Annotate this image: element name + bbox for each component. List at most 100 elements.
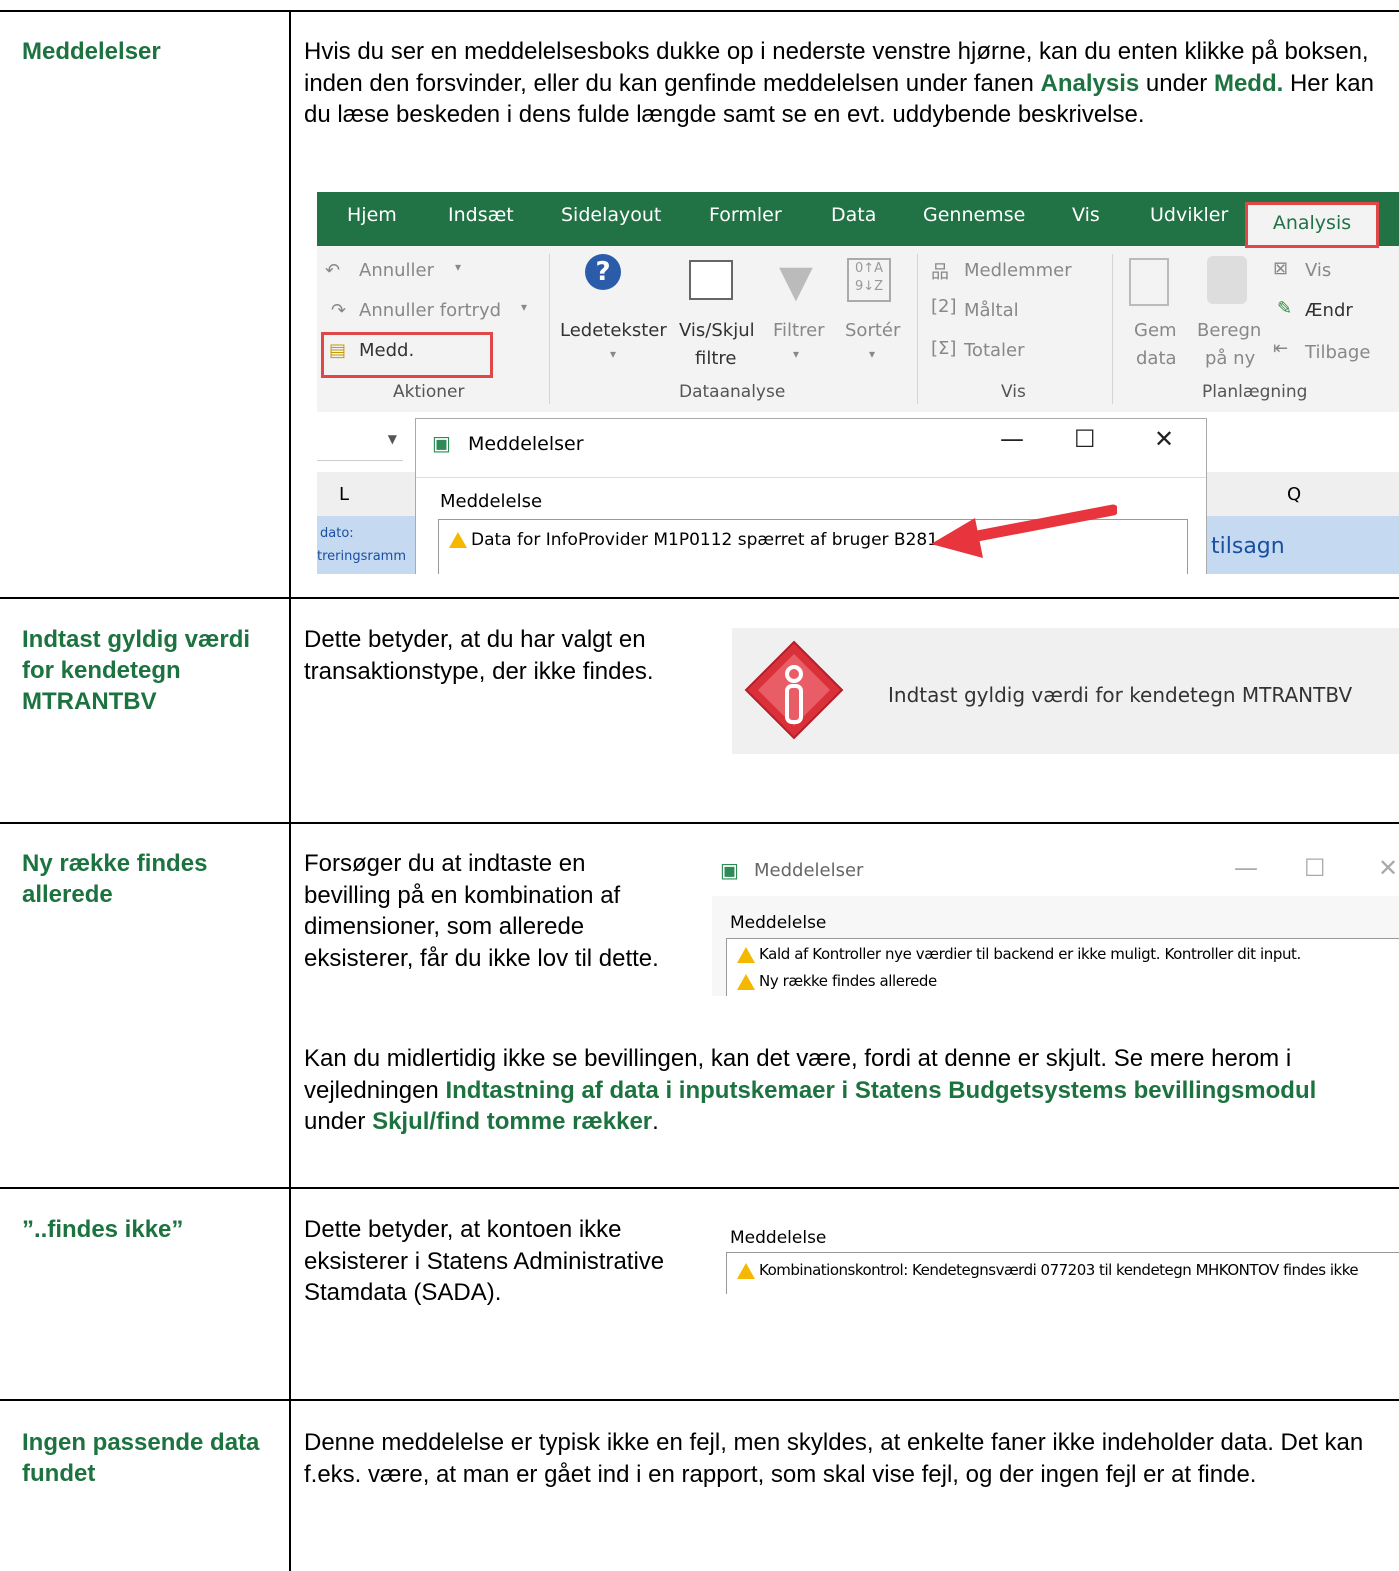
redo-icon: ↷ bbox=[331, 300, 347, 321]
gem-data-label: data bbox=[1136, 348, 1177, 369]
term-ny-raekke: Ny række findes allerede bbox=[22, 850, 208, 908]
ribbon-separator bbox=[917, 254, 918, 404]
warning-icon bbox=[737, 1262, 755, 1279]
chevron-down-icon: ▾ bbox=[793, 347, 800, 361]
message-row[interactable]: Kombinationskontrol: Kendetegnsværdi 077… bbox=[737, 1261, 1359, 1279]
info-message-box: Indtast gyldig værdi for kendetegn MTRAN… bbox=[732, 628, 1399, 754]
tilbage-button[interactable]: Tilbage bbox=[1305, 342, 1370, 363]
group-label-dataanalyse: Dataanalyse bbox=[679, 382, 786, 402]
message-row[interactable]: Ny række findes allerede bbox=[737, 972, 937, 990]
description-findes-ikke: Dette betyder, at kontoen ikke eksistere… bbox=[304, 1216, 665, 1306]
excel-ribbon-screenshot: Hjem Indsæt Sidelayout Formler Data Genn… bbox=[317, 192, 1399, 574]
annuller-button[interactable]: Annuller bbox=[359, 260, 434, 281]
filtrer-button[interactable]: Filtrer bbox=[773, 320, 825, 341]
vis-icon: ⊠ bbox=[1273, 258, 1289, 279]
warning-icon bbox=[737, 946, 755, 963]
cell-rammer: treringsramm bbox=[317, 549, 407, 564]
arrow-icon bbox=[931, 504, 1117, 558]
message-text: Ny række findes allerede bbox=[759, 972, 937, 990]
column-header-q: Q bbox=[1287, 484, 1302, 505]
group-label-vis: Vis bbox=[1001, 382, 1026, 402]
tab-vis[interactable]: Vis bbox=[1072, 204, 1100, 226]
filtre-label: filtre bbox=[695, 348, 737, 369]
dialog-title: Meddelelser bbox=[468, 433, 584, 455]
desc-text: under bbox=[304, 1108, 373, 1135]
desc-link-medd: Medd. bbox=[1213, 69, 1284, 97]
maltal-button[interactable]: Måltal bbox=[964, 300, 1019, 321]
row-divider bbox=[0, 597, 1399, 599]
term-ingen-passende-data: Ingen passende data fundet bbox=[22, 1429, 260, 1487]
message-list[interactable]: Kombinationskontrol: Kendetegnsværdi 077… bbox=[726, 1252, 1399, 1294]
tab-sidelayout[interactable]: Sidelayout bbox=[561, 204, 661, 226]
row-divider bbox=[0, 1187, 1399, 1189]
tab-hjem[interactable]: Hjem bbox=[347, 204, 397, 226]
message-row[interactable]: Kald af Kontroller nye værdier til backe… bbox=[737, 945, 1301, 963]
app-icon: ▣ bbox=[432, 431, 451, 455]
message-text: Kombinationskontrol: Kendetegnsværdi 077… bbox=[759, 1261, 1359, 1279]
message-list[interactable]: Kald af Kontroller nye værdier til backe… bbox=[726, 938, 1399, 996]
info-icon bbox=[744, 640, 844, 740]
sorter-button[interactable]: Sortér bbox=[845, 320, 900, 341]
table-top-border bbox=[0, 10, 1399, 12]
close-icon[interactable]: ✕ bbox=[1378, 854, 1398, 882]
edit-icon: ✎ bbox=[1277, 298, 1293, 319]
filter-icon: ▼ bbox=[779, 256, 813, 307]
desc-link-skjul: Skjul/find tomme rækker bbox=[372, 1108, 653, 1135]
description-ny-raekke: Forsøger du at indtaste en bevilling på … bbox=[304, 850, 659, 972]
desc-text: . bbox=[652, 1108, 659, 1135]
app-icon: ▣ bbox=[720, 858, 739, 882]
row-divider bbox=[0, 1399, 1399, 1401]
maximize-icon[interactable]: ☐ bbox=[1074, 425, 1096, 453]
close-icon[interactable]: ✕ bbox=[1154, 425, 1174, 453]
tab-data[interactable]: Data bbox=[831, 204, 876, 226]
cell-dato: dato: bbox=[320, 526, 354, 541]
column-header-l: L bbox=[339, 484, 350, 505]
tab-analysis[interactable]: Analysis bbox=[1245, 202, 1379, 248]
desc-text: under bbox=[1139, 69, 1214, 97]
description-indtast: Dette betyder, at du har valgt en transa… bbox=[304, 626, 654, 685]
vis-skjul-button[interactable]: Vis/Skjul bbox=[679, 320, 755, 341]
undo-icon: ↶ bbox=[325, 260, 341, 281]
column-divider bbox=[289, 10, 291, 1571]
chevron-down-icon: ▾ bbox=[521, 300, 528, 314]
group-label-aktioner: Aktioner bbox=[393, 382, 465, 402]
message-text: Data for InfoProvider M1P0112 spærret af… bbox=[471, 530, 939, 550]
dialog-title: Meddelelser bbox=[754, 860, 864, 881]
chevron-down-icon: ▾ bbox=[455, 260, 462, 274]
totaler-button[interactable]: Totaler bbox=[964, 340, 1025, 361]
tab-indsaet[interactable]: Indsæt bbox=[448, 204, 514, 226]
info-message-text: Indtast gyldig værdi for kendetegn MTRAN… bbox=[888, 683, 1353, 707]
ledetekster-button[interactable]: Ledetekster bbox=[560, 320, 667, 341]
dialog-label: Meddelelse bbox=[440, 491, 543, 512]
message-text: Kald af Kontroller nye værdier til backe… bbox=[759, 945, 1301, 963]
annuller-fortryd-button[interactable]: Annuller fortryd bbox=[359, 300, 501, 321]
minimize-icon[interactable]: — bbox=[1000, 425, 1024, 453]
vis-button[interactable]: Vis bbox=[1305, 260, 1331, 281]
message-row[interactable]: Data for InfoProvider M1P0112 spærret af… bbox=[449, 530, 938, 550]
tab-formler[interactable]: Formler bbox=[709, 204, 782, 226]
description-ingen-passende-data: Denne meddelelse er typisk ikke en fejl,… bbox=[304, 1429, 1364, 1488]
beregn-button[interactable]: Beregn bbox=[1197, 320, 1261, 341]
desc-link-vejledning: Indtastning af data i inputskemaer i Sta… bbox=[445, 1076, 1317, 1104]
warning-icon bbox=[737, 973, 755, 990]
tab-gennemse[interactable]: Gennemse bbox=[923, 204, 1025, 226]
tab-udvikler[interactable]: Udvikler bbox=[1150, 204, 1228, 226]
desc-link-analysis: Analysis bbox=[1040, 69, 1140, 97]
term-indtast-gyldig-vaerdi: Indtast gyldig værdi for kendetegn MTRAN… bbox=[22, 626, 251, 715]
aendr-button[interactable]: Ændr bbox=[1305, 300, 1353, 321]
ribbon-separator bbox=[549, 254, 550, 404]
chevron-down-icon: ▾ bbox=[610, 347, 617, 361]
gem-button[interactable]: Gem bbox=[1134, 320, 1177, 341]
save-data-icon bbox=[1129, 258, 1169, 306]
dialog-label: Meddelelse bbox=[730, 913, 827, 933]
sort-icon: 0↑A 9↓Z bbox=[847, 258, 891, 302]
description-meddelelser: Hvis du ser en meddelelsesboks dukke op … bbox=[304, 36, 1389, 131]
dialog-divider bbox=[416, 477, 1206, 478]
recalculate-icon bbox=[1207, 256, 1247, 304]
medd-highlight-box bbox=[321, 332, 493, 378]
name-box[interactable]: ▼ bbox=[317, 422, 403, 461]
medlemmer-button[interactable]: Medlemmer bbox=[964, 260, 1072, 281]
minimize-icon[interactable]: — bbox=[1234, 854, 1258, 882]
maximize-icon[interactable]: ☐ bbox=[1304, 854, 1326, 882]
term-meddelelser: Meddelelser bbox=[22, 38, 161, 65]
